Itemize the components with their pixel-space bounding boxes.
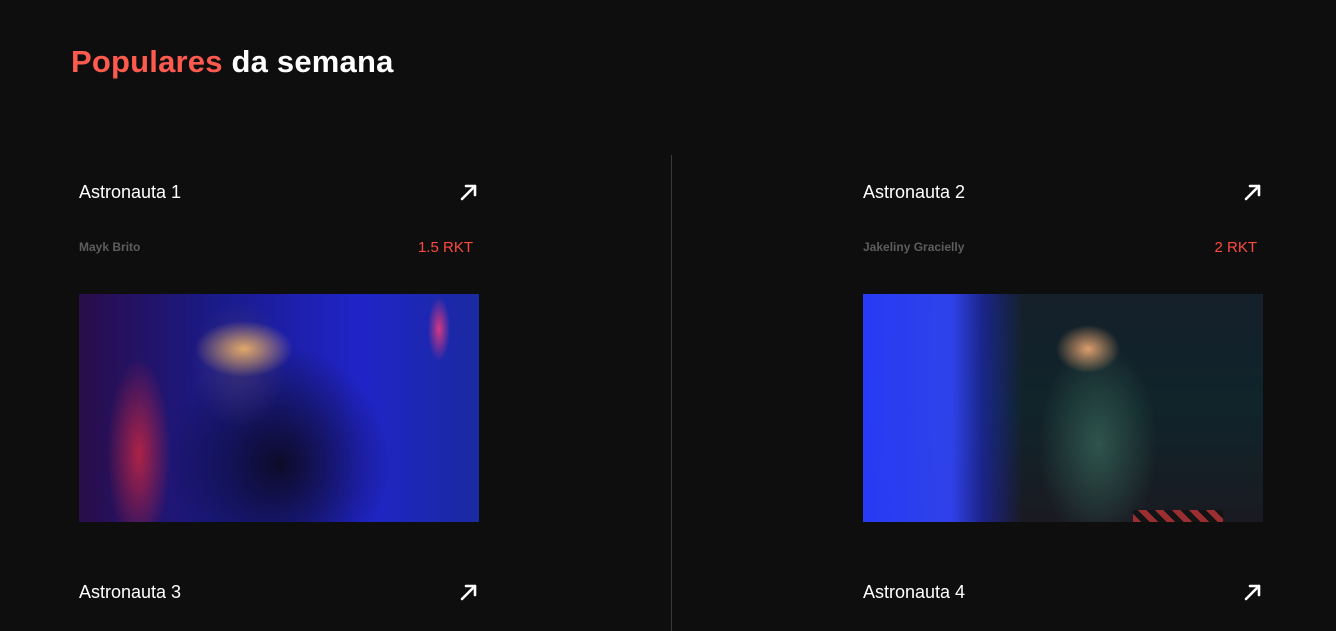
section-title: Populares da semana (71, 42, 394, 82)
nft-card[interactable]: Astronauta 4 (863, 578, 1263, 608)
card-header: Astronauta 4 (863, 578, 1263, 608)
card-price: 1.5 RKT (417, 239, 473, 256)
card-price: 2 RKT (1214, 239, 1257, 256)
card-title[interactable]: Astronauta 3 (79, 582, 181, 603)
card-header: Astronauta 3 (79, 578, 479, 608)
section-title-rest: da semana (222, 44, 394, 79)
card-header: Astronauta 2 (863, 178, 1263, 208)
arrow-up-right-icon[interactable] (459, 582, 479, 602)
card-title[interactable]: Astronauta 2 (863, 182, 965, 203)
nft-card[interactable]: Astronauta 1 Mayk Brito 1.5 RKT (79, 178, 479, 522)
card-image[interactable] (79, 294, 479, 522)
image-hazard-stripe (1133, 510, 1223, 522)
card-title[interactable]: Astronauta 4 (863, 582, 965, 603)
nft-card[interactable]: Astronauta 3 (79, 578, 479, 608)
nft-card[interactable]: Astronauta 2 Jakeliny Gracielly 2 RKT (863, 178, 1263, 522)
card-title[interactable]: Astronauta 1 (79, 182, 181, 203)
card-header: Astronauta 1 (79, 178, 479, 208)
section-title-accent: Populares (71, 44, 223, 79)
card-author: Mayk Brito (79, 240, 141, 254)
arrow-up-right-icon[interactable] (1243, 582, 1263, 602)
card-meta: Mayk Brito 1.5 RKT (79, 239, 479, 259)
arrow-up-right-icon[interactable] (1243, 182, 1263, 202)
popular-section: Populares da semana Astronauta 1 Mayk Br… (0, 0, 1336, 631)
card-image[interactable] (863, 294, 1263, 522)
column-divider (671, 155, 672, 631)
card-author: Jakeliny Gracielly (863, 240, 965, 254)
arrow-up-right-icon[interactable] (459, 182, 479, 202)
card-meta: Jakeliny Gracielly 2 RKT (863, 239, 1263, 259)
